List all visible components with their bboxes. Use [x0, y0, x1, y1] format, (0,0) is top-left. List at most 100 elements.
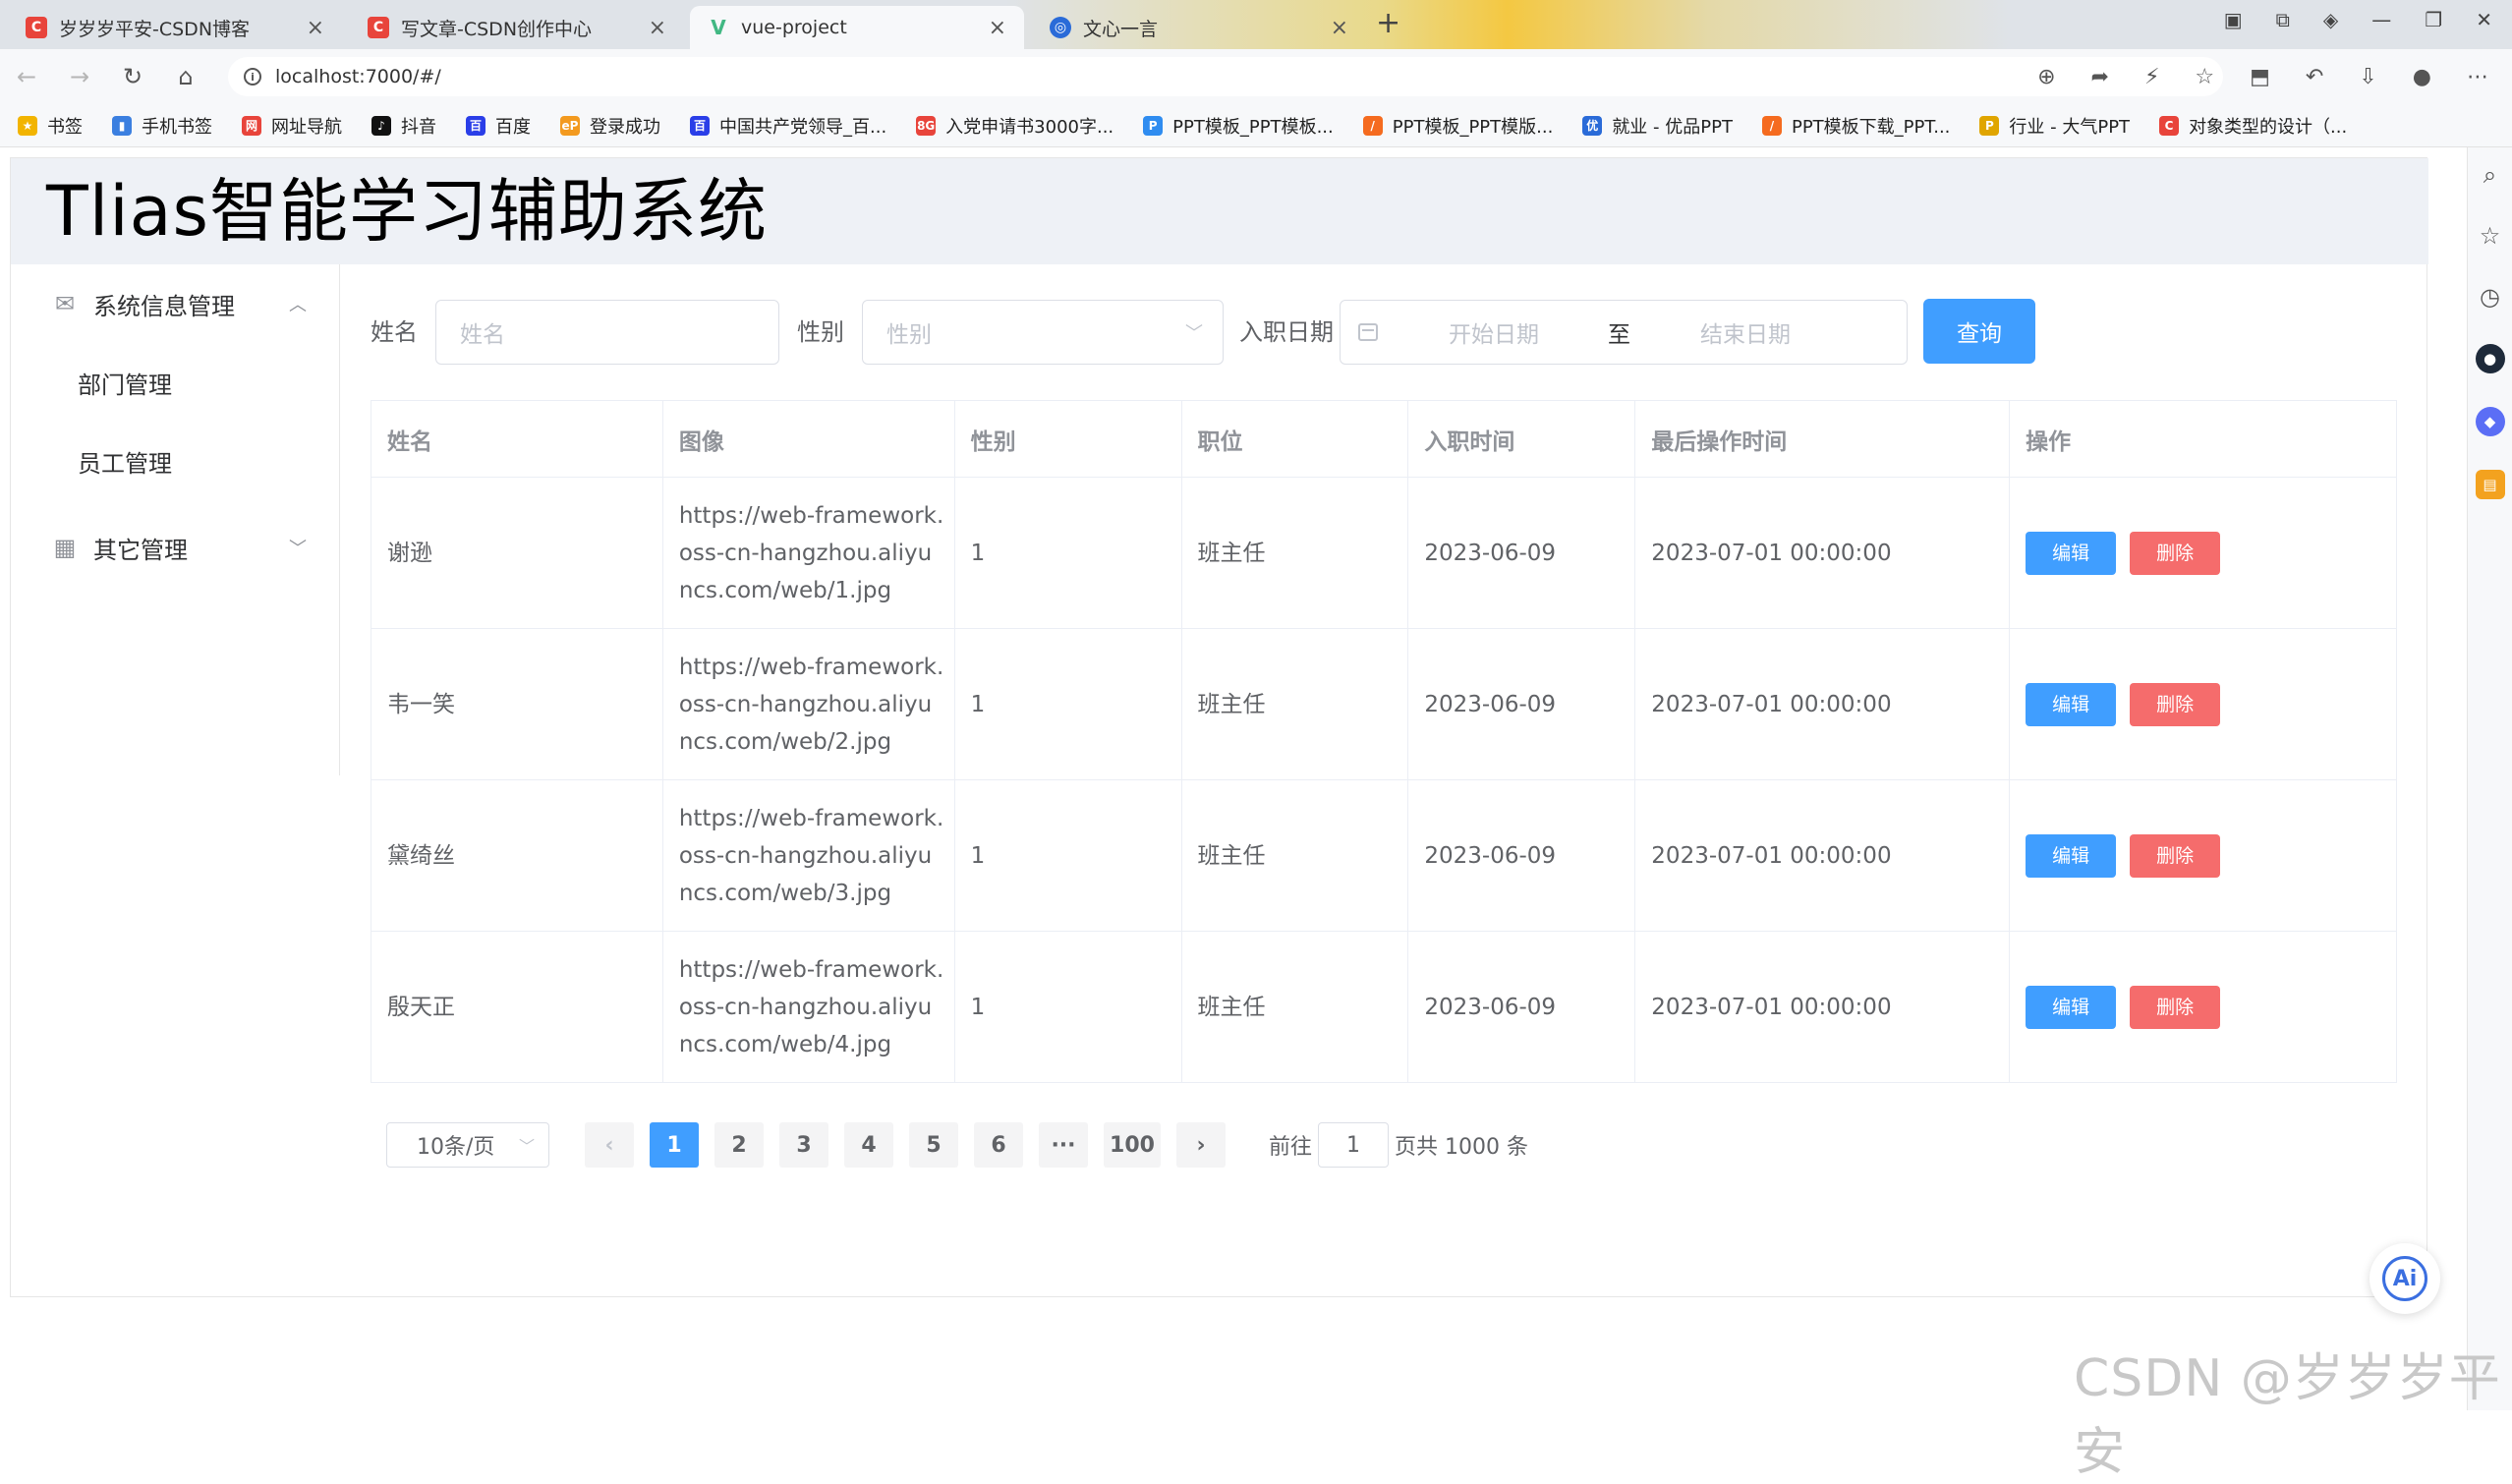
bookmark-item[interactable]: 百百度 [466, 113, 531, 139]
site-info-icon[interactable]: i [244, 68, 261, 86]
bookmark-item[interactable]: ★ 书签 [18, 113, 83, 139]
close-tab-icon[interactable]: × [1331, 16, 1348, 40]
profile-avatar-icon[interactable]: ● [2413, 65, 2431, 89]
entry-date-range[interactable]: 开始日期 至 结束日期 [1340, 300, 1908, 365]
bookmark-item[interactable]: ♪ 抖音 [371, 113, 436, 139]
bookmark-item[interactable]: P 行业 - 大气PPT [1979, 113, 2130, 139]
column-header: 操作 [2009, 400, 2397, 478]
table-header-row: 姓名 图像 性别 职位 入职时间 最后操作时间 操作 [371, 400, 2397, 478]
close-tab-icon[interactable]: × [989, 16, 1006, 40]
next-page-button[interactable]: › [1176, 1122, 1226, 1168]
workspace-icon[interactable]: ⧉ [2276, 8, 2290, 31]
page-number-button[interactable]: 2 [714, 1122, 764, 1168]
url-field[interactable]: i localhost:7000/#/ [228, 57, 2223, 96]
menu-other-management[interactable]: ▦ 其它管理 ﹀ [11, 508, 340, 587]
calendar-icon [1358, 323, 1378, 341]
name-input[interactable]: 姓名 [435, 300, 779, 365]
edit-button[interactable]: 编辑 [2026, 985, 2117, 1029]
toolbox-icon[interactable]: ▤ [2475, 470, 2505, 499]
new-tab-button[interactable]: + [1376, 6, 1400, 40]
gender-select[interactable]: 性别 ﹀ [862, 300, 1224, 365]
page-number-button[interactable]: 6 [974, 1122, 1023, 1168]
delete-button[interactable]: 删除 [2130, 682, 2221, 726]
browser-tab[interactable]: C 岁岁岁平安-CSDN博客 × [8, 6, 342, 49]
page-ellipsis-button[interactable]: ··· [1039, 1122, 1088, 1168]
bookmark-item[interactable]: / PPT模板下载_PPT... [1761, 113, 1950, 139]
menu-dept-management[interactable]: 部门管理 [11, 343, 340, 422]
delete-button[interactable]: 删除 [2130, 531, 2221, 575]
undo-icon[interactable]: ↶ [2306, 65, 2323, 89]
query-button[interactable]: 查询 [1923, 299, 2035, 364]
bolt-icon[interactable]: ⚡ [2144, 65, 2159, 89]
star-icon[interactable]: ☆ [2195, 65, 2214, 89]
ai-assistant-icon[interactable]: ● [2475, 344, 2505, 373]
reload-icon[interactable]: ↻ [106, 63, 159, 90]
start-date-placeholder[interactable]: 开始日期 [1449, 315, 1539, 349]
edit-button[interactable]: 编辑 [2026, 682, 2117, 726]
maximize-icon[interactable]: ❐ [2425, 8, 2442, 31]
goto-page-input[interactable]: 1 [1318, 1122, 1390, 1168]
bookmark-item[interactable]: 网网址导航 [242, 113, 342, 139]
page-number-button[interactable]: 5 [909, 1122, 958, 1168]
download-icon[interactable]: ⇩ [2359, 65, 2376, 89]
bookmark-item[interactable]: P PPT模板_PPT模板... [1143, 113, 1334, 139]
delete-button[interactable]: 删除 [2130, 833, 2221, 878]
minimize-icon[interactable]: — [2371, 8, 2391, 31]
back-icon[interactable]: ← [0, 63, 53, 90]
cell-actions: 编辑 删除 [2009, 628, 2397, 780]
bookmark-item[interactable]: 优就业 - 优品PPT [1582, 113, 1733, 139]
bookmark-item[interactable]: C 对象类型的设计（... [2159, 113, 2347, 139]
bookmark-item[interactable]: 百中国共产党领导_百... [690, 113, 886, 139]
page-number-button[interactable]: 100 [1104, 1122, 1161, 1168]
more-icon[interactable]: ⋯ [2467, 65, 2488, 89]
end-date-placeholder[interactable]: 结束日期 [1700, 315, 1791, 349]
column-header: 最后操作时间 [1634, 400, 2011, 478]
bookmark-icon: ▮ [112, 115, 132, 136]
browser-tab[interactable]: C 写文章-CSDN创作中心 × [350, 6, 684, 49]
close-tab-icon[interactable]: × [649, 16, 666, 40]
edit-button[interactable]: 编辑 [2026, 833, 2117, 878]
menu-system-info[interactable]: ✉ 系统信息管理 ︿ [11, 264, 340, 343]
tab-favicon-icon: V [711, 16, 726, 39]
column-header: 姓名 [371, 400, 663, 478]
zoom-icon[interactable]: ⊕ [2037, 65, 2055, 89]
extension-icon[interactable]: ⬒ [2250, 65, 2270, 89]
bookmark-item[interactable]: / PPT模板_PPT模版... [1362, 113, 1553, 139]
page-number-button[interactable]: 3 [779, 1122, 828, 1168]
column-header: 性别 [954, 400, 1182, 478]
history-icon[interactable]: ◷ [2480, 283, 2500, 311]
mail-icon: ✉ [54, 290, 76, 317]
search-icon[interactable]: ⌕ [2483, 161, 2496, 189]
tab-title: 文心一言 [1083, 18, 1159, 40]
cell-updated-time: 2023-07-01 00:00:00 [1634, 931, 2011, 1083]
extensions-icon[interactable]: ◈ [2323, 8, 2338, 31]
bookmark-item[interactable]: ▮ 手机书签 [112, 113, 212, 139]
cell-gender: 1 [954, 477, 1182, 629]
tab-actions-icon[interactable]: ▣ [2224, 8, 2243, 31]
prev-page-button[interactable]: ‹ [585, 1122, 634, 1168]
cell-updated-time: 2023-07-01 00:00:00 [1634, 779, 2011, 932]
share-icon[interactable]: ➦ [2091, 65, 2109, 89]
game-icon[interactable]: ◆ [2475, 407, 2505, 436]
menu-label: 其它管理 [93, 536, 188, 564]
favorites-icon[interactable]: ☆ [2480, 222, 2501, 250]
browser-tab[interactable]: Vvue-project × [690, 6, 1024, 49]
edit-button[interactable]: 编辑 [2026, 531, 2117, 575]
address-bar-row: ← → ↻ ⌂ i localhost:7000/#/ ⊕ ➦ ⚡ ☆ ⬒ ↶ … [0, 49, 2512, 104]
bookmark-item[interactable]: eP 登录成功 [560, 113, 660, 139]
home-icon[interactable]: ⌂ [159, 63, 212, 90]
menu-emp-management[interactable]: 员工管理 [11, 422, 340, 500]
forward-icon[interactable]: → [53, 63, 106, 90]
chevron-up-icon: ︿ [289, 295, 307, 315]
page-number-button[interactable]: 4 [844, 1122, 893, 1168]
bookmark-label: 就业 - 优品PPT [1612, 116, 1733, 138]
ai-assistant-button[interactable]: Ai [2369, 1243, 2440, 1314]
page-number-button[interactable]: 1 [650, 1122, 699, 1168]
browser-tab[interactable]: ◎ 文心一言 × [1032, 6, 1366, 49]
close-tab-icon[interactable]: × [307, 16, 324, 40]
gender-label: 性别 [797, 318, 844, 346]
page-size-select[interactable]: 10条/页 ﹀ [386, 1122, 549, 1168]
close-window-icon[interactable]: ✕ [2476, 8, 2492, 31]
delete-button[interactable]: 删除 [2130, 985, 2221, 1029]
bookmark-item[interactable]: 8G 入党申请书3000字... [916, 113, 1113, 139]
